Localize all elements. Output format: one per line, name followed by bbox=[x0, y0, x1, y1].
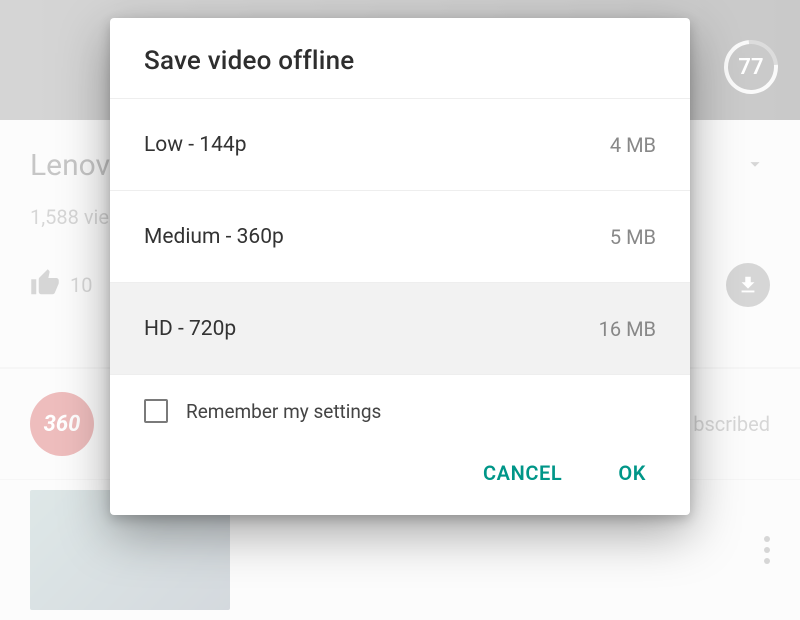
cancel-button[interactable]: CANCEL bbox=[483, 461, 562, 485]
save-offline-dialog: Save video offline Low - 144p 4 MB Mediu… bbox=[110, 18, 690, 515]
dialog-actions: CANCEL OK bbox=[110, 433, 690, 515]
quality-size: 5 MB bbox=[610, 225, 656, 249]
quality-option-medium[interactable]: Medium - 360p 5 MB bbox=[110, 190, 690, 282]
quality-size: 16 MB bbox=[599, 317, 656, 341]
remember-settings-row[interactable]: Remember my settings bbox=[110, 374, 690, 433]
quality-label: Low - 144p bbox=[144, 133, 247, 157]
quality-size: 4 MB bbox=[610, 133, 656, 157]
quality-option-hd[interactable]: HD - 720p 16 MB bbox=[110, 282, 690, 374]
ok-button[interactable]: OK bbox=[618, 461, 646, 485]
remember-checkbox[interactable] bbox=[144, 399, 168, 423]
quality-option-low[interactable]: Low - 144p 4 MB bbox=[110, 98, 690, 190]
quality-label: Medium - 360p bbox=[144, 225, 284, 249]
dialog-title: Save video offline bbox=[110, 18, 690, 98]
remember-label: Remember my settings bbox=[186, 400, 381, 423]
quality-label: HD - 720p bbox=[144, 317, 236, 341]
